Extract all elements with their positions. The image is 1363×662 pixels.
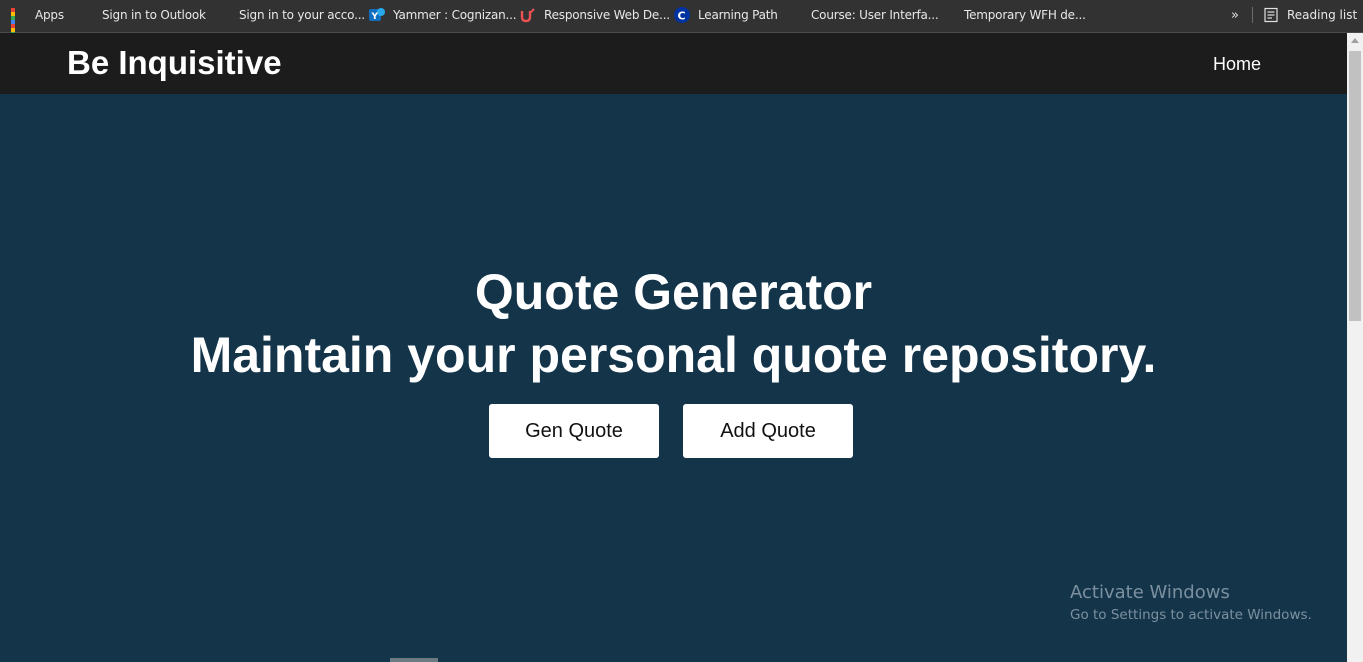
bookmark-temporary-wfh[interactable]: Temporary WFH de... <box>940 0 1086 30</box>
bookmark-label: Yammer : Cognizan... <box>393 8 517 22</box>
scroll-up-arrow-icon[interactable] <box>1351 38 1359 43</box>
microsoft-icon <box>787 7 803 23</box>
reading-list-button[interactable]: Reading list <box>1263 0 1357 30</box>
more-bookmarks-button[interactable]: » <box>1231 0 1239 30</box>
bookmark-responsive-web[interactable]: Responsive Web De... <box>520 0 670 30</box>
scrollbar-thumb[interactable] <box>1349 51 1361 321</box>
bookmark-yammer[interactable]: Y Yammer : Cognizan... <box>369 0 517 30</box>
bookmark-sign-in-account[interactable]: Sign in to your acco... <box>215 0 365 30</box>
activate-windows-watermark: Activate Windows Go to Settings to activ… <box>1070 582 1312 626</box>
watermark-title: Activate Windows <box>1070 582 1230 603</box>
bookmark-label: Sign in to your acco... <box>239 8 365 22</box>
microsoft-icon <box>78 7 94 23</box>
apps-grid-icon <box>11 7 27 44</box>
bookmark-label: Course: User Interfa... <box>811 8 939 22</box>
reading-list-label: Reading list <box>1287 8 1358 22</box>
bookmark-label: Responsive Web De... <box>544 8 670 22</box>
bookmark-label: Learning Path <box>698 8 778 22</box>
bookmark-label: Sign in to Outlook <box>102 8 206 22</box>
vertical-scrollbar[interactable] <box>1347 33 1363 662</box>
bookmark-apps[interactable]: Apps <box>11 0 64 44</box>
yammer-icon: Y <box>369 7 385 23</box>
reading-list-icon <box>1263 7 1279 23</box>
bookmark-label: Temporary WFH de... <box>964 8 1086 22</box>
bookmark-outlook[interactable]: Sign in to Outlook <box>78 0 206 30</box>
hero-title: Quote Generator <box>474 264 873 320</box>
gen-quote-button[interactable]: Gen Quote <box>489 404 659 458</box>
bookmark-course-ui[interactable]: Course: User Interfa... <box>787 0 939 30</box>
horizontal-scroll-thumb[interactable] <box>390 658 438 662</box>
bookmarks-bar: Apps Sign in to Outlook Sign in to your … <box>0 0 1363 44</box>
microsoft-icon <box>940 7 956 23</box>
microsoft-icon <box>215 7 231 23</box>
hero-section: Quote Generator Maintain your personal q… <box>0 94 1347 662</box>
site-navbar: Be Inquisitive Home <box>0 33 1347 94</box>
svg-text:Y: Y <box>371 12 379 22</box>
hero-subtitle: Maintain your personal quote repository. <box>190 327 1157 383</box>
bookmark-apps-label: Apps <box>35 8 64 22</box>
chevron-double-right-icon: » <box>1231 7 1239 23</box>
svg-text:C: C <box>678 10 686 23</box>
nav-home-link[interactable]: Home <box>1213 53 1261 75</box>
bookmark-learning-path[interactable]: C Learning Path <box>674 0 778 30</box>
bookmarks-divider <box>1252 7 1253 23</box>
watermark-subtitle: Go to Settings to activate Windows. <box>1070 607 1312 623</box>
brand-logo[interactable]: Be Inquisitive <box>67 45 282 81</box>
cognizant-icon: C <box>674 7 690 23</box>
add-quote-button[interactable]: Add Quote <box>683 404 853 458</box>
udemy-icon <box>520 7 536 23</box>
